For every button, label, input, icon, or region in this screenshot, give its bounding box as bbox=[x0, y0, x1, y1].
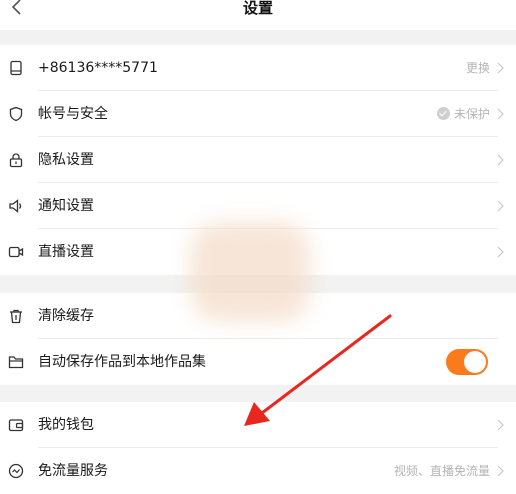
annotation-arrow-icon bbox=[244, 314, 392, 426]
